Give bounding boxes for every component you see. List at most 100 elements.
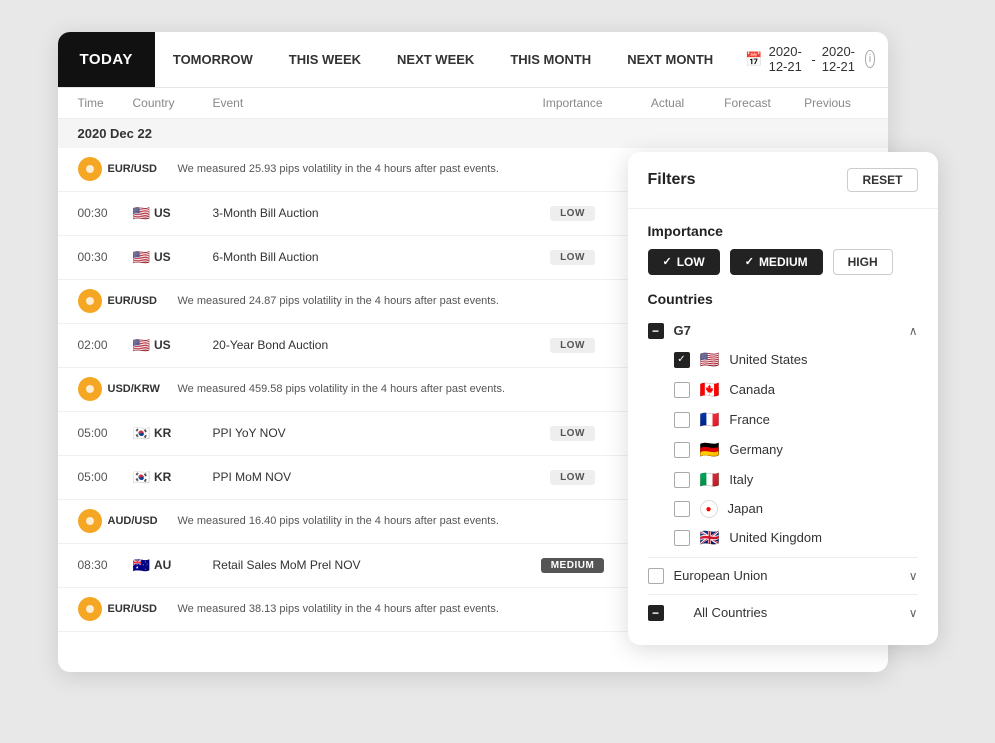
- importance-medium-button[interactable]: ✓ MEDIUM: [730, 249, 823, 275]
- check-icon: ✓: [677, 354, 685, 365]
- importance-badge: LOW: [550, 426, 595, 441]
- country-item-us[interactable]: ✓ 🇺🇸 United States: [648, 345, 918, 375]
- fr-checkbox[interactable]: [674, 412, 690, 428]
- country-group-g7: − G7 ∧ ✓ 🇺🇸 United States: [648, 317, 918, 553]
- country-code: US: [154, 250, 171, 264]
- date-group: 2020 Dec 22: [58, 119, 888, 148]
- th-previous: Previous: [788, 96, 868, 110]
- event-country: 🇰🇷 KR: [133, 425, 213, 442]
- country-flag: 🇰🇷: [133, 425, 150, 442]
- it-name: Italy: [729, 472, 753, 487]
- nav-next-week[interactable]: NEXT WEEK: [379, 32, 492, 87]
- country-flag: 🇺🇸: [133, 205, 150, 222]
- th-time: Time: [78, 96, 133, 110]
- event-importance: LOW: [518, 470, 628, 485]
- event-importance: LOW: [518, 338, 628, 353]
- fr-flag: 🇫🇷: [700, 410, 720, 430]
- event-name: Retail Sales MoM Prel NOV: [213, 558, 518, 572]
- all-countries-row[interactable]: − All Countries ∨: [648, 594, 918, 631]
- g7-label: G7: [674, 323, 909, 338]
- th-importance: Importance: [518, 96, 628, 110]
- eu-label: European Union: [674, 568, 899, 583]
- info-icon[interactable]: i: [865, 50, 876, 68]
- all-countries-checkbox[interactable]: −: [648, 605, 664, 621]
- event-importance: LOW: [518, 426, 628, 441]
- importance-high-button[interactable]: HIGH: [833, 249, 893, 275]
- filters-body: Importance ✓ LOW ✓ MEDIUM HIGH Countries: [628, 209, 938, 645]
- country-code: AU: [154, 558, 171, 572]
- high-label: HIGH: [848, 255, 878, 269]
- chevron-up-icon: ∧: [909, 324, 918, 338]
- low-label: LOW: [677, 255, 705, 269]
- pair-label: USD/KRW: [108, 383, 178, 395]
- country-flag: 🇺🇸: [133, 337, 150, 354]
- date-range[interactable]: 📅 2020-12-21 - 2020-12-21 i: [731, 44, 887, 74]
- uk-checkbox[interactable]: [674, 530, 690, 546]
- event-time: 00:30: [78, 206, 133, 220]
- filters-title: Filters: [648, 171, 696, 189]
- country-item-de[interactable]: 🇩🇪 Germany: [648, 435, 918, 465]
- country-flag: 🇺🇸: [133, 249, 150, 266]
- us-checkbox[interactable]: ✓: [674, 352, 690, 368]
- country-item-uk[interactable]: 🇬🇧 United Kingdom: [648, 523, 918, 553]
- event-time: 00:30: [78, 250, 133, 264]
- event-name: PPI MoM NOV: [213, 470, 518, 484]
- pair-icon: [78, 157, 102, 181]
- th-event: Event: [213, 96, 518, 110]
- fr-name: France: [729, 412, 769, 427]
- de-flag: 🇩🇪: [700, 440, 720, 460]
- pair-icon: [78, 509, 102, 533]
- event-importance: MEDIUM: [518, 558, 628, 573]
- de-name: Germany: [729, 442, 782, 457]
- de-checkbox[interactable]: [674, 442, 690, 458]
- th-forecast: Forecast: [708, 96, 788, 110]
- european-union-row[interactable]: European Union ∨: [648, 557, 918, 594]
- country-code: KR: [154, 426, 171, 440]
- g7-group-header[interactable]: − G7 ∧: [648, 317, 918, 345]
- importance-badge: MEDIUM: [541, 558, 605, 573]
- event-time: 05:00: [78, 426, 133, 440]
- date-to: 2020-12-21: [822, 44, 859, 74]
- nav-bar: TODAY TOMORROW THIS WEEK NEXT WEEK THIS …: [58, 32, 888, 88]
- pair-icon: [78, 597, 102, 621]
- jp-flag: ●: [700, 500, 718, 518]
- ca-name: Canada: [729, 382, 775, 397]
- event-country: 🇦🇺 AU: [133, 557, 213, 574]
- event-name: 6-Month Bill Auction: [213, 250, 518, 264]
- jp-name: Japan: [728, 501, 763, 516]
- nav-this-week[interactable]: THIS WEEK: [271, 32, 379, 87]
- chevron-down-icon: ∨: [909, 569, 918, 583]
- country-flag: 🇰🇷: [133, 469, 150, 486]
- importance-badge: LOW: [550, 470, 595, 485]
- country-item-fr[interactable]: 🇫🇷 France: [648, 405, 918, 435]
- filters-panel: Filters RESET Importance ✓ LOW ✓ MEDIUM …: [628, 152, 938, 645]
- event-name: 3-Month Bill Auction: [213, 206, 518, 220]
- minus-icon: −: [652, 606, 659, 620]
- it-checkbox[interactable]: [674, 472, 690, 488]
- country-item-jp[interactable]: ● Japan: [648, 495, 918, 523]
- check-icon: ✓: [745, 255, 754, 268]
- importance-low-button[interactable]: ✓ LOW: [648, 249, 720, 275]
- uk-name: United Kingdom: [729, 530, 822, 545]
- date-from: 2020-12-21: [769, 44, 806, 74]
- pair-label: AUD/USD: [108, 515, 178, 527]
- eu-checkbox[interactable]: [648, 568, 664, 584]
- jp-checkbox[interactable]: [674, 501, 690, 517]
- country-item-ca[interactable]: 🇨🇦 Canada: [648, 375, 918, 405]
- nav-next-month[interactable]: NEXT MONTH: [609, 32, 731, 87]
- event-time: 02:00: [78, 338, 133, 352]
- nav-tomorrow[interactable]: TOMORROW: [155, 32, 271, 87]
- event-country: 🇺🇸 US: [133, 205, 213, 222]
- importance-row: ✓ LOW ✓ MEDIUM HIGH: [648, 249, 918, 275]
- nav-today[interactable]: TODAY: [58, 32, 155, 87]
- pair-icon: [78, 377, 102, 401]
- event-time: 08:30: [78, 558, 133, 572]
- country-item-it[interactable]: 🇮🇹 Italy: [648, 465, 918, 495]
- reset-button[interactable]: RESET: [847, 168, 917, 192]
- importance-section-title: Importance: [648, 223, 918, 239]
- ca-checkbox[interactable]: [674, 382, 690, 398]
- nav-this-month[interactable]: THIS MONTH: [492, 32, 609, 87]
- g7-checkbox[interactable]: −: [648, 323, 664, 339]
- country-code: KR: [154, 470, 171, 484]
- ca-flag: 🇨🇦: [700, 380, 720, 400]
